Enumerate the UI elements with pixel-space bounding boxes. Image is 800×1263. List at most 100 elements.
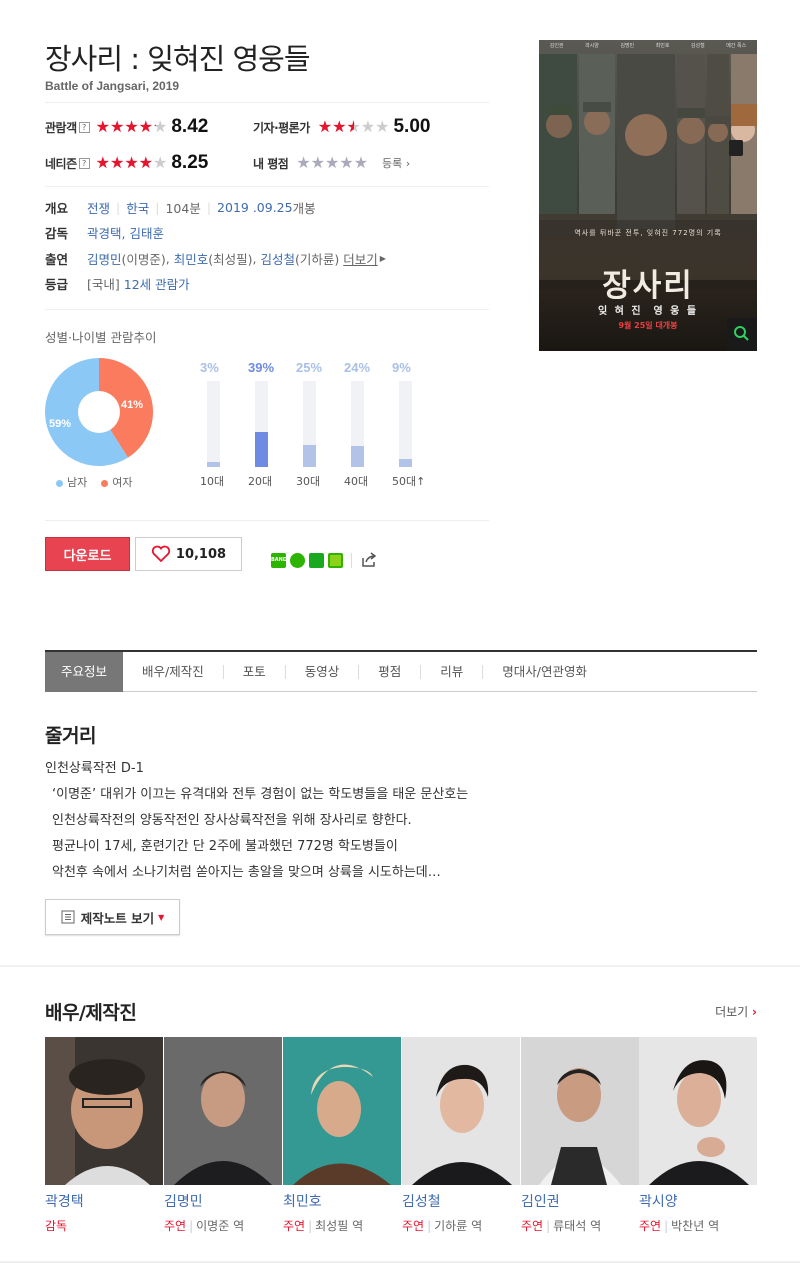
tab-video[interactable]: 동영상	[284, 664, 359, 679]
cast-role: 주연	[402, 1219, 425, 1233]
cast-role: 주연	[521, 1219, 544, 1233]
tab-reviews[interactable]: 리뷰	[420, 664, 482, 679]
audience-stars: ★★★★★★★★★★	[95, 117, 168, 136]
age-bar-fill	[351, 445, 364, 467]
actor-role: (최성필)	[208, 252, 253, 267]
cast-member[interactable]: 곽경택 감독	[45, 1037, 164, 1234]
caret-right-icon: ▶	[379, 254, 386, 263]
cast-photo[interactable]	[521, 1037, 639, 1185]
age-label: 10대	[200, 475, 225, 488]
actor-role: (기하륜)	[294, 252, 340, 267]
cast-photo[interactable]	[402, 1037, 520, 1185]
tab-cast-crew[interactable]: 배우/제작진	[123, 664, 223, 679]
age-bar-0: 3% 10대	[200, 360, 240, 488]
cast-name[interactable]: 곽경택	[45, 1191, 164, 1211]
synopsis-line: 인천상륙작전의 양동작전인 장사상륙작전을 위해 장사리로 향한다.	[52, 813, 412, 828]
rating-netizen: 네티즌 ? ★★★★★★★★★★ 8.25	[45, 151, 208, 175]
age-bar-track	[255, 381, 268, 467]
release-suffix: 개봉	[292, 201, 316, 216]
gender-donut-chart: 59% 41%	[45, 358, 153, 466]
cast-member[interactable]: 김명민 주연 | 이명준 역	[164, 1037, 283, 1234]
movie-poster[interactable]: 김인권 곽시양 김명민 최민호 김성철 메간 폭스 역사를 뒤바꾼 전투, 잊혀진 772…	[539, 40, 757, 351]
cast-role: 주연	[639, 1219, 662, 1233]
overview-label: 개요	[45, 201, 69, 216]
cast-photo[interactable]	[164, 1037, 282, 1185]
help-icon[interactable]: ?	[78, 121, 90, 133]
cast-photo[interactable]	[45, 1037, 163, 1185]
divider	[45, 186, 489, 187]
legend-male: 남자	[56, 474, 87, 490]
cast-list: 곽경택 감독 김명민 주연 | 이명준 역 최민호 주연 | 최성필 역 김성철 주연 |…	[45, 1037, 757, 1237]
cast-name[interactable]: 최민호	[283, 1191, 402, 1211]
actor-link[interactable]: 김명민	[87, 249, 122, 268]
cast-member[interactable]: 김성철 주연 | 기하륜 역	[402, 1037, 521, 1234]
director-links[interactable]: 곽경택, 김태훈	[87, 223, 164, 242]
bookmark-share-icon[interactable]	[309, 552, 324, 568]
release-date-link[interactable]: 2019 .09.25	[217, 200, 293, 215]
poster-zoom-icon[interactable]	[729, 321, 757, 351]
cast-role: 감독	[45, 1219, 68, 1233]
poster-subtitle: 잊 혀 진 영 웅 들	[597, 306, 699, 317]
director-row: 감독 곽경택, 김태훈	[45, 223, 164, 242]
cast-name[interactable]: 곽시양	[639, 1191, 758, 1211]
actor-link[interactable]: 김성철	[260, 249, 295, 268]
cast-photo[interactable]	[283, 1037, 401, 1185]
cast-more-link[interactable]: 더보기 ›	[715, 1003, 757, 1020]
rating-critics: 기자·평론가 ★★★★★★★★★★ 5.00	[253, 115, 430, 139]
director-label: 감독	[45, 226, 69, 241]
share-icon[interactable]	[360, 552, 378, 568]
movie-subtitle: Battle of Jangsari, 2019	[45, 79, 180, 93]
actor-link[interactable]: 최민호	[174, 249, 209, 268]
age-label: 40대	[344, 475, 369, 488]
cast-name[interactable]: 김명민	[164, 1191, 283, 1211]
section-divider	[0, 965, 800, 967]
cast-member[interactable]: 최민호 주연 | 최성필 역	[283, 1037, 402, 1234]
cast-member[interactable]: 곽시양 주연 | 박찬년 역	[639, 1037, 758, 1234]
share-bar: BAND	[271, 552, 378, 568]
netizen-score: 8.25	[171, 152, 209, 173]
help-icon[interactable]: ?	[78, 157, 90, 169]
cast-character: 박찬년 역	[671, 1219, 720, 1233]
tab-main-info[interactable]: 주요정보	[45, 651, 124, 692]
age-pct-label: 24%	[344, 360, 371, 375]
age-bar-track	[399, 381, 412, 467]
age-bar-1: 39% 20대	[248, 360, 288, 488]
critics-score: 5.00	[393, 116, 431, 137]
critics-stars: ★★★★★★★★★★	[317, 117, 390, 136]
download-button[interactable]: 다운로드	[45, 537, 130, 571]
tab-quotes-related[interactable]: 명대사/연관영화	[482, 664, 606, 679]
production-note-button[interactable]: 제작노트 보기 ▼	[45, 899, 180, 935]
divider	[45, 520, 489, 521]
synopsis-line: 악천후 속에서 소나기처럼 쏟아지는 총알을 맞으며 상륙을 시도하는데…	[52, 865, 441, 880]
tab-photo[interactable]: 포토	[222, 664, 285, 679]
cast-more-link[interactable]: 더보기	[343, 249, 378, 268]
like-button[interactable]: 10,108	[135, 537, 242, 571]
cast-photo[interactable]	[639, 1037, 757, 1185]
movie-title: 장사리 : 잊혀진 영웅들	[45, 42, 311, 76]
cast-name[interactable]: 김성철	[402, 1191, 521, 1211]
share-divider	[351, 552, 352, 568]
line-share-icon[interactable]	[290, 552, 305, 568]
cast-character: 최성필 역	[315, 1219, 364, 1233]
register-rating-link[interactable]: 등록 ›	[382, 155, 410, 171]
memo-share-icon[interactable]	[328, 552, 343, 568]
poster-title: 장사리	[602, 268, 694, 304]
country-link[interactable]: 한국	[126, 198, 149, 217]
genre-link[interactable]: 전쟁	[87, 198, 110, 217]
cast-name[interactable]: 김인권	[521, 1191, 640, 1211]
demographics-label: 성별·나이별 관람추이	[45, 330, 157, 345]
cast-section-heading: 배우/제작진	[45, 1002, 137, 1024]
divider	[45, 102, 489, 103]
age-bar-fill	[399, 458, 412, 467]
grade-link[interactable]: 12세 관람가	[124, 274, 190, 293]
age-pct-label: 39%	[248, 360, 275, 375]
band-share-icon[interactable]: BAND	[271, 552, 287, 568]
cast-member[interactable]: 김인권 주연 | 류태석 역	[521, 1037, 640, 1234]
cast-role: 주연	[164, 1219, 187, 1233]
age-label: 30대	[296, 475, 321, 488]
runtime: 104분	[165, 201, 201, 216]
cast-row: 출연 김명민 (이명준), 최민호 (최성필), 김성철 (기하륜) 더보기 ▶	[45, 249, 386, 268]
my-rating-stars[interactable]: ★★★★★★★★★★	[296, 155, 368, 171]
synopsis-line: ‘이명준’ 대위가 이끄는 유격대와 전투 경험이 없는 학도병들을 태운 문산…	[52, 787, 469, 802]
tab-ratings[interactable]: 평점	[358, 664, 420, 679]
